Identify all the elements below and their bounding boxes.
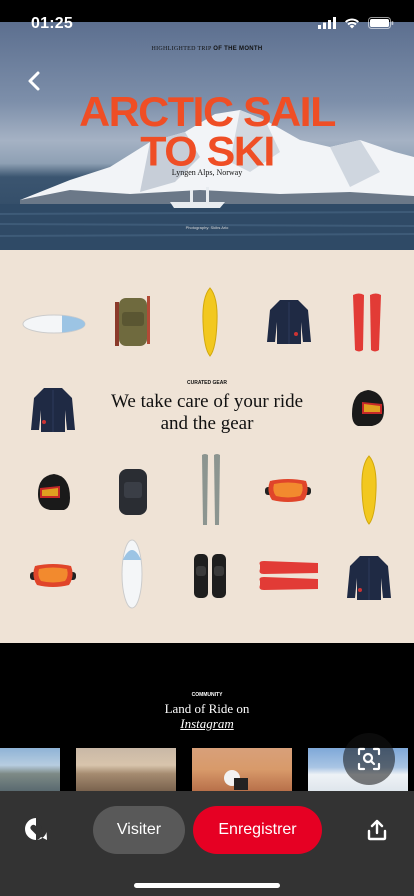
visual-search-button[interactable] — [343, 733, 395, 785]
goggles-item — [30, 564, 76, 587]
hero-title: ARCTIC SAIL TO SKI — [0, 88, 414, 176]
community-title: Land of Ride on — [164, 701, 250, 716]
home-indicator — [134, 883, 280, 888]
instagram-thumbnail[interactable] — [76, 748, 176, 791]
hero-banner: HIGHLIGHTED TRIP OF THE MONTH ARCTIC SAI… — [0, 22, 414, 250]
share-icon[interactable] — [366, 819, 388, 841]
jacket-item — [347, 556, 391, 600]
status-time: 01:25 — [31, 15, 73, 32]
helmet-item — [352, 390, 384, 426]
hero-subtitle: Lyngen Alps, Norway — [171, 168, 243, 177]
instagram-link[interactable]: Instagram — [0, 716, 414, 732]
red-split-skis-item — [353, 293, 381, 352]
status-icons — [318, 17, 394, 29]
backpack-item — [115, 296, 150, 346]
knee-pads-item — [194, 554, 226, 598]
hero-kicker-prefix: HIGHLIGHTED TRIP — [151, 46, 212, 52]
red-split-board-item — [259, 561, 318, 590]
curated-gear-section: CURATED GEAR We take care of your ride a… — [0, 250, 414, 643]
yellow-snowboard-item — [202, 287, 218, 357]
hero-title-line-2: TO SKI — [140, 128, 275, 176]
instagram-thumbnail[interactable] — [192, 748, 292, 791]
battery-icon — [368, 17, 394, 29]
grey-skis-item — [202, 454, 220, 525]
rider-figure — [224, 770, 248, 790]
surfboard-item — [121, 539, 143, 609]
bottom-action-bar: Visiter Enregistrer — [0, 791, 414, 896]
black-backpack-item — [119, 469, 147, 515]
lens-search-icon — [357, 747, 381, 771]
save-button[interactable]: Enregistrer — [193, 806, 322, 854]
goggles-item — [265, 479, 311, 502]
cellular-signal-icon — [318, 17, 336, 29]
gear-kicker: CURATED GEAR — [187, 380, 227, 386]
community-section: COMMUNITY Land of Ride on Instagram — [0, 643, 414, 791]
jacket-item — [267, 300, 311, 344]
hero-kicker: HIGHLIGHTED TRIP OF THE MONTH — [0, 46, 414, 52]
yellow-snowboard-item — [361, 455, 377, 525]
instagram-thumbnail[interactable] — [0, 748, 60, 791]
react-heart-icon[interactable] — [24, 817, 48, 841]
wifi-icon — [345, 18, 359, 29]
community-kicker: COMMUNITY — [191, 692, 223, 698]
hero-credit: Photography: Skibs Ario — [185, 225, 229, 230]
visit-button[interactable]: Visiter — [93, 806, 185, 854]
back-arrow-icon[interactable] — [24, 70, 44, 92]
hero-kicker-bold: OF THE MONTH — [213, 46, 263, 52]
status-bar: 01:25 — [0, 0, 414, 44]
hero-title-line-1: ARCTIC SAIL — [79, 88, 336, 136]
helmet-item — [38, 474, 70, 510]
surfboard-item — [22, 314, 86, 334]
